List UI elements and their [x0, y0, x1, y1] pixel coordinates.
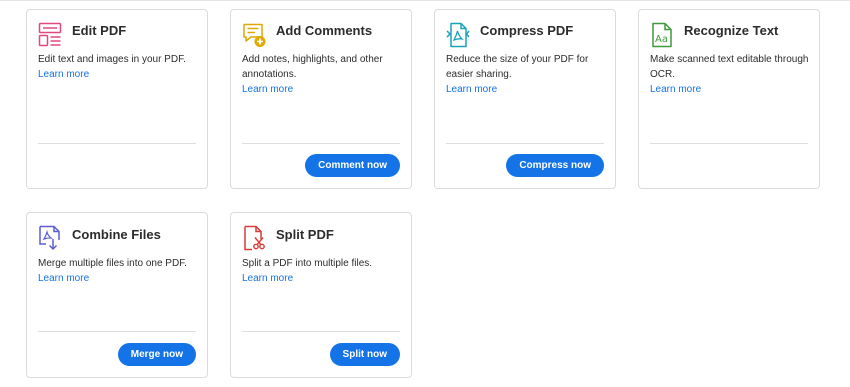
- tool-card-add-comments: Add Comments Add notes, highlights, and …: [230, 9, 412, 189]
- card-divider: [38, 143, 196, 144]
- tool-card-combine-files: Combine Files Merge multiple files into …: [26, 212, 208, 378]
- card-divider: [446, 143, 604, 144]
- card-title: Recognize Text: [684, 23, 779, 38]
- card-title: Edit PDF: [72, 23, 127, 38]
- card-description-text: Edit text and images in your PDF.: [38, 54, 186, 65]
- card-description-text: Reduce the size of your PDF for easier s…: [446, 54, 589, 80]
- svg-text:Aa: Aa: [655, 34, 668, 45]
- card-divider: [38, 331, 196, 332]
- tool-card-edit-pdf: Edit PDF Edit text and images in your PD…: [26, 9, 208, 189]
- top-divider: [0, 0, 850, 1]
- tool-card-split-pdf: Split PDF Split a PDF into multiple file…: [230, 212, 412, 378]
- card-divider: [650, 143, 808, 144]
- learn-more-link[interactable]: Learn more: [38, 271, 202, 286]
- split-now-button[interactable]: Split now: [329, 343, 400, 366]
- tool-card-recognize-text: Aa Recognize Text Make scanned text edit…: [638, 9, 820, 189]
- card-description-text: Split a PDF into multiple files.: [242, 258, 373, 269]
- card-title: Split PDF: [276, 227, 334, 242]
- tool-card-compress-pdf: Compress PDF Reduce the size of your PDF…: [434, 9, 616, 189]
- combine-files-icon: [38, 225, 62, 251]
- card-divider: [242, 143, 400, 144]
- card-description: Split a PDF into multiple files. Learn m…: [242, 256, 406, 286]
- card-description: Add notes, highlights, and other annotat…: [242, 52, 406, 97]
- compress-pdf-icon: [446, 22, 470, 48]
- card-title: Compress PDF: [480, 23, 574, 38]
- comment-now-button[interactable]: Comment now: [305, 154, 400, 177]
- card-description: Reduce the size of your PDF for easier s…: [446, 52, 610, 97]
- split-pdf-icon: [242, 225, 266, 251]
- card-description: Make scanned text editable through OCR. …: [650, 52, 814, 97]
- card-title: Add Comments: [276, 23, 373, 38]
- card-description: Edit text and images in your PDF. Learn …: [38, 52, 202, 82]
- card-description-text: Add notes, highlights, and other annotat…: [242, 54, 383, 80]
- recognize-text-icon: Aa: [650, 22, 674, 48]
- compress-now-button[interactable]: Compress now: [506, 154, 604, 177]
- card-title: Combine Files: [72, 227, 161, 242]
- card-description-text: Make scanned text editable through OCR.: [650, 54, 809, 80]
- learn-more-link[interactable]: Learn more: [38, 67, 202, 82]
- learn-more-link[interactable]: Learn more: [242, 82, 406, 97]
- card-description-text: Merge multiple files into one PDF.: [38, 258, 187, 269]
- learn-more-link[interactable]: Learn more: [446, 82, 610, 97]
- add-comment-icon: [242, 22, 266, 48]
- merge-now-button[interactable]: Merge now: [117, 343, 196, 366]
- card-description: Merge multiple files into one PDF. Learn…: [38, 256, 202, 286]
- card-divider: [242, 331, 400, 332]
- learn-more-link[interactable]: Learn more: [242, 271, 406, 286]
- learn-more-link[interactable]: Learn more: [650, 82, 814, 97]
- edit-pdf-icon: [38, 22, 62, 48]
